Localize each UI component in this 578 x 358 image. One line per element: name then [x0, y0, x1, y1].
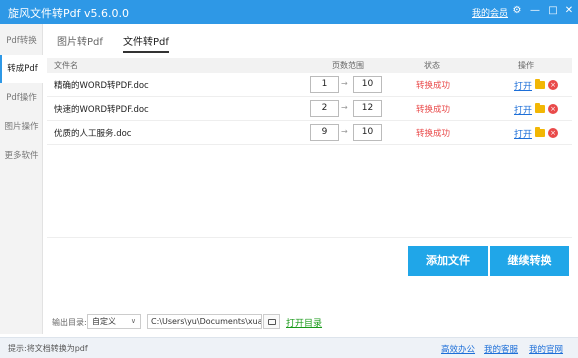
arrow-right-icon: → [341, 127, 348, 136]
remove-icon[interactable]: × [548, 104, 558, 114]
folder-icon[interactable] [535, 127, 545, 137]
file-name: 优质的人工服务.doc [54, 129, 132, 139]
output-mode-select[interactable]: 自定义 ∨ [87, 314, 141, 329]
open-directory-link[interactable]: 打开目录 [286, 316, 322, 329]
page-from-input[interactable]: 1 [310, 76, 339, 93]
file-table: 文件名 页数范围 状态 操作 精确的WORD转PDF.doc 1 → 10 转换… [47, 58, 572, 238]
sidebar-item-image-ops[interactable]: 图片操作 [0, 113, 43, 141]
header-status: 状态 [424, 61, 440, 70]
my-website-link[interactable]: 我的官网 [529, 343, 563, 355]
arrow-right-icon: → [341, 79, 348, 88]
page-to-input[interactable]: 10 [353, 124, 382, 141]
settings-icon[interactable]: ⚙ [510, 4, 524, 18]
tab-image-to-pdf[interactable]: 图片转Pdf [57, 33, 103, 51]
open-file-link[interactable]: 打开 [514, 127, 532, 140]
open-file-link[interactable]: 打开 [514, 103, 532, 116]
page-from-input[interactable]: 9 [310, 124, 339, 141]
tab-file-to-pdf[interactable]: 文件转Pdf [123, 33, 169, 53]
page-to-input[interactable]: 10 [353, 76, 382, 93]
continue-convert-button[interactable]: 继续转换 [490, 246, 569, 276]
file-name: 快速的WORD转PDF.doc [54, 105, 149, 115]
table-row: 精确的WORD转PDF.doc 1 → 10 转换成功 打开 × [47, 73, 572, 97]
add-file-button[interactable]: 添加文件 [408, 246, 488, 276]
sidebar-item-to-pdf[interactable]: 转成Pdf [0, 55, 43, 83]
app-title: 旋风文件转Pdf v5.6.0.0 [8, 7, 129, 20]
sidebar-item-pdf-ops[interactable]: Pdf操作 [0, 84, 43, 112]
open-file-link[interactable]: 打开 [514, 79, 532, 92]
minimize-icon[interactable]: — [528, 4, 542, 18]
status-text: 转换成功 [416, 81, 451, 91]
table-header: 文件名 页数范围 状态 操作 [47, 58, 572, 73]
chevron-down-icon: ∨ [130, 317, 136, 325]
page-to-input[interactable]: 12 [353, 100, 382, 117]
folder-icon[interactable] [535, 79, 545, 89]
table-row: 快速的WORD转PDF.doc 2 → 12 转换成功 打开 × [47, 97, 572, 121]
status-text: 转换成功 [416, 105, 451, 115]
remove-icon[interactable]: × [548, 128, 558, 138]
output-path-field[interactable]: C:\Users\yu\Documents\xuanfeng [147, 314, 262, 329]
header-action: 操作 [518, 61, 534, 70]
output-dir-label: 输出目录: [52, 318, 87, 327]
efficient-office-link[interactable]: 高效办公 [441, 343, 475, 355]
output-bar: 输出目录: 自定义 ∨ C:\Users\yu\Documents\xuanfe… [43, 310, 578, 332]
status-text: 转换成功 [416, 129, 451, 139]
browse-folder-button[interactable] [263, 314, 280, 329]
close-icon[interactable]: ✕ [562, 4, 576, 18]
folder-icon[interactable] [535, 103, 545, 113]
my-membership-link[interactable]: 我的会员 [472, 6, 508, 19]
status-tip: 提示:将文档转换为pdf [8, 344, 88, 353]
title-bar: 旋风文件转Pdf v5.6.0.0 我的会员 ⚙ — □ ✕ [0, 0, 578, 24]
header-filename: 文件名 [54, 61, 78, 70]
tab-bar: 图片转Pdf 文件转Pdf [43, 24, 578, 54]
output-mode-value: 自定义 [92, 317, 116, 326]
table-row: 优质的人工服务.doc 9 → 10 转换成功 打开 × [47, 121, 572, 145]
folder-icon [268, 319, 276, 325]
sidebar-item-more-software[interactable]: 更多软件 [0, 142, 43, 170]
arrow-right-icon: → [341, 103, 348, 112]
my-service-link[interactable]: 我的客服 [484, 343, 518, 355]
page-from-input[interactable]: 2 [310, 100, 339, 117]
sidebar-item-pdf-convert[interactable]: Pdf转换 [0, 27, 43, 55]
header-page-range: 页数范围 [332, 61, 364, 70]
maximize-icon[interactable]: □ [546, 4, 560, 18]
status-bar: 提示:将文档转换为pdf 高效办公 我的客服 我的官网 [0, 337, 578, 358]
file-name: 精确的WORD转PDF.doc [54, 81, 149, 91]
remove-icon[interactable]: × [548, 80, 558, 90]
sidebar: Pdf转换 转成Pdf Pdf操作 图片操作 更多软件 [0, 24, 43, 334]
